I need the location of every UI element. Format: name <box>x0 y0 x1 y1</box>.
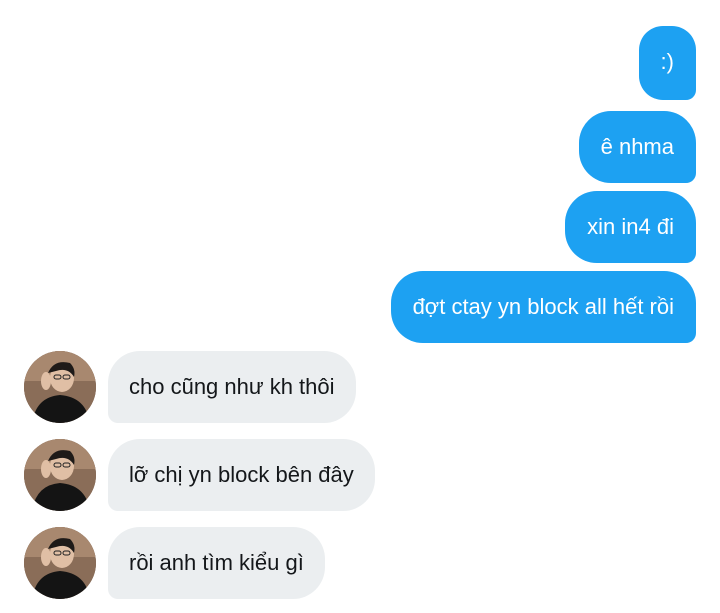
outgoing-message[interactable]: :) <box>638 26 696 100</box>
profile-photo-avatar-icon <box>24 439 96 511</box>
outgoing-message[interactable]: đợt ctay yn block all hết rồi <box>390 271 696 343</box>
incoming-message[interactable]: lỡ chị yn block bên đây <box>108 439 375 511</box>
profile-photo-avatar-icon <box>24 527 96 599</box>
outgoing-message[interactable]: ê nhma <box>578 111 696 183</box>
chat-thread: :) ê nhma xin in4 đi đợt ctay yn block a… <box>0 0 720 613</box>
avatar[interactable] <box>24 351 96 423</box>
profile-photo-avatar-icon <box>24 351 96 423</box>
avatar[interactable] <box>24 527 96 599</box>
incoming-message[interactable]: rồi anh tìm kiểu gì <box>108 527 325 599</box>
avatar[interactable] <box>24 439 96 511</box>
outgoing-message[interactable]: xin in4 đi <box>565 191 696 263</box>
incoming-message[interactable]: cho cũng như kh thôi <box>108 351 356 423</box>
